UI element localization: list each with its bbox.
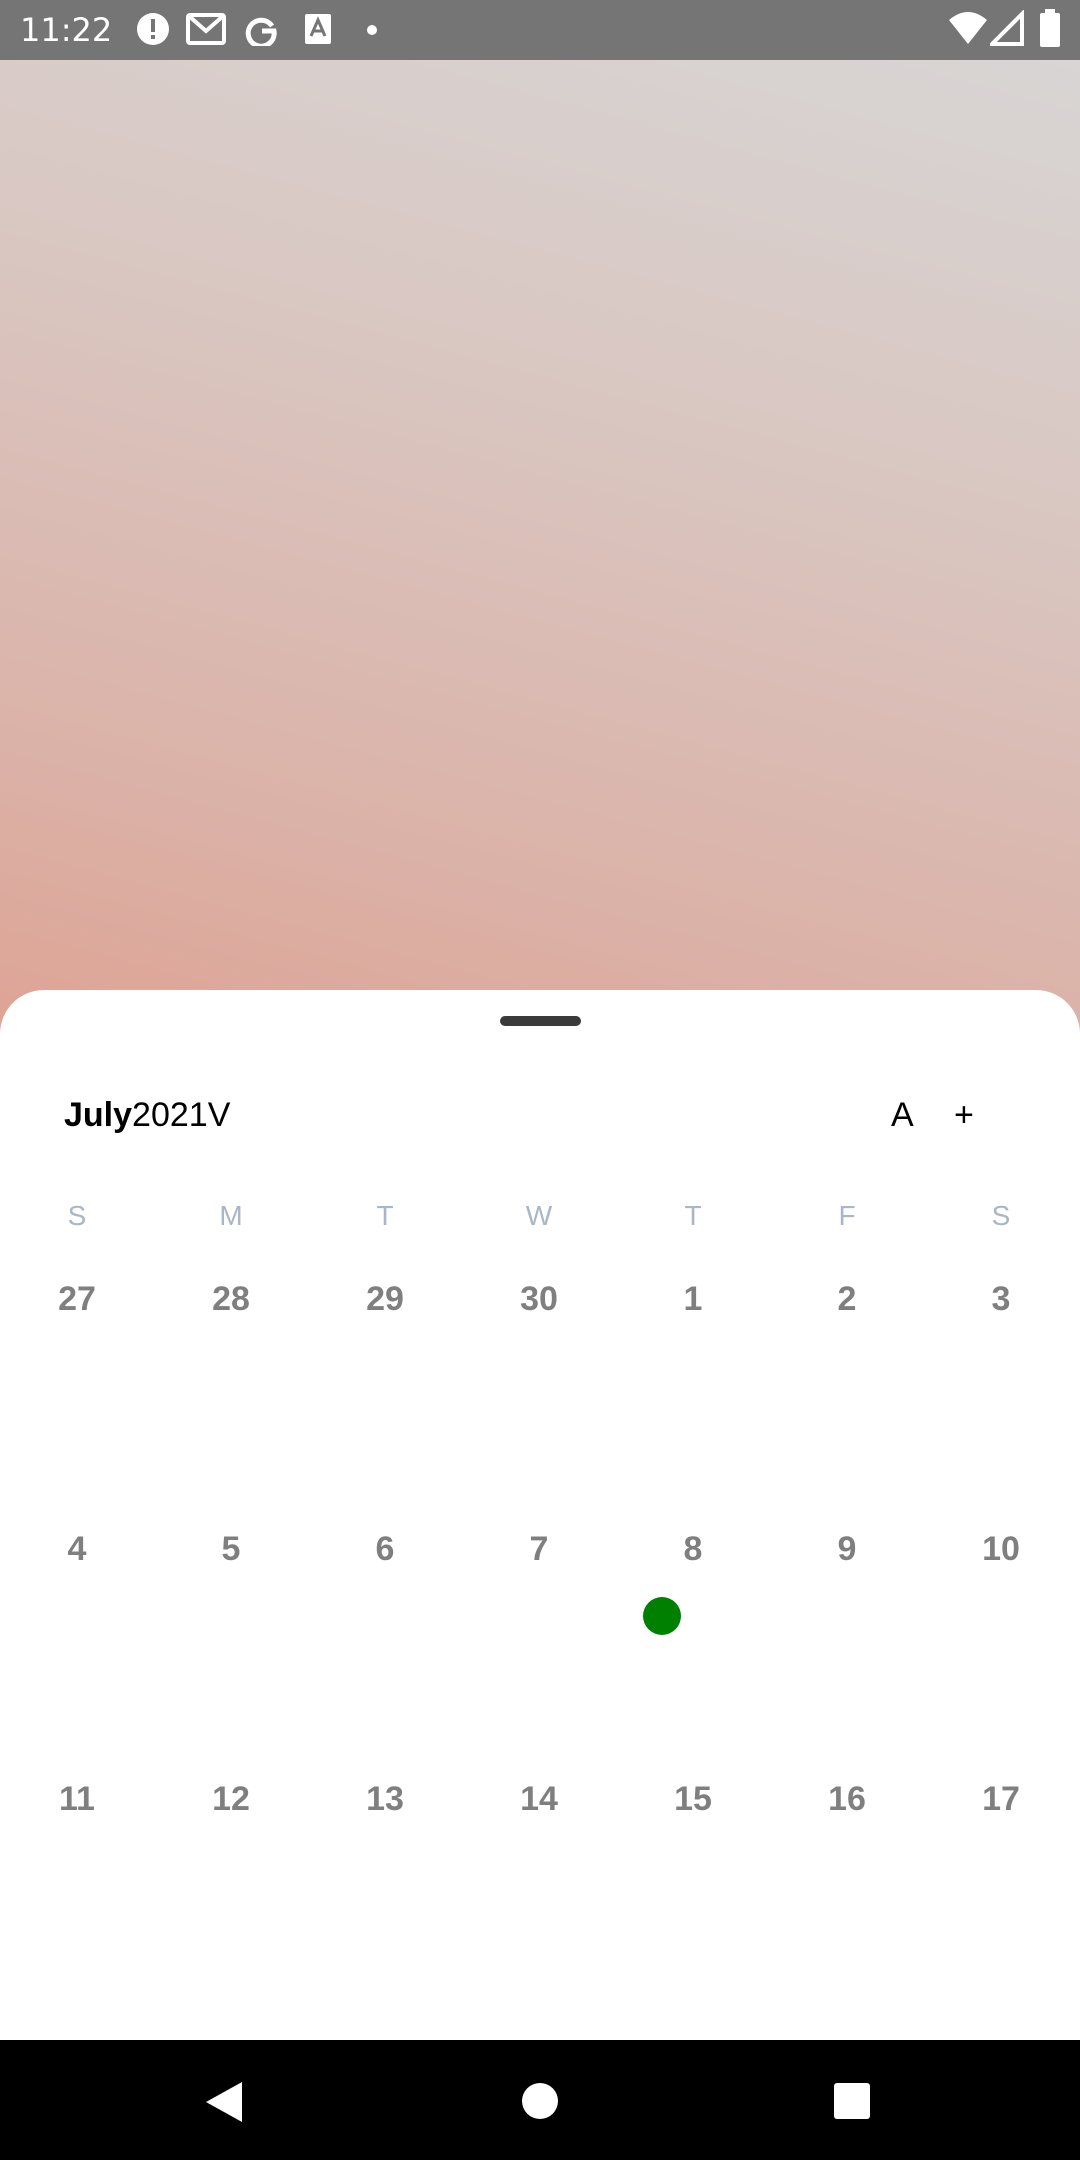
- calendar-day[interactable]: 14: [462, 1780, 616, 1819]
- weekday-header: W: [525, 1200, 553, 1231]
- calendar-day[interactable]: 9: [770, 1530, 924, 1569]
- weekday-header: F: [838, 1200, 856, 1231]
- calendar-day[interactable]: 16: [770, 1780, 924, 1819]
- month-label: July: [64, 1096, 133, 1134]
- recents-icon[interactable]: [833, 2082, 871, 2120]
- back-icon[interactable]: [204, 2080, 244, 2124]
- year-label: 2021: [132, 1096, 208, 1134]
- calendar-day[interactable]: 28: [154, 1280, 308, 1319]
- add-button[interactable]: +: [954, 1096, 974, 1135]
- dropdown-toggle: V: [207, 1096, 231, 1134]
- weekday-header: S: [991, 1200, 1011, 1231]
- background: [0, 60, 1080, 1060]
- calendar-day[interactable]: 29: [308, 1280, 462, 1319]
- calendar-day[interactable]: 2: [770, 1280, 924, 1319]
- wifi-icon: [949, 12, 987, 44]
- signal-icon: [990, 10, 1024, 46]
- calendar-day[interactable]: 10: [924, 1530, 1078, 1569]
- calendar-day[interactable]: 8: [616, 1530, 770, 1569]
- home-icon[interactable]: [521, 2082, 559, 2120]
- calendar-day[interactable]: 15: [616, 1780, 770, 1819]
- calendar-day[interactable]: 3: [924, 1280, 1078, 1319]
- calendar-day[interactable]: 5: [154, 1530, 308, 1569]
- navigation-bar: [0, 2040, 1080, 2160]
- event-indicator: [643, 1597, 681, 1635]
- gmail-icon: [186, 13, 226, 45]
- calendar-day[interactable]: 12: [154, 1780, 308, 1819]
- calendar-day[interactable]: 6: [308, 1530, 462, 1569]
- calendar-day[interactable]: 13: [308, 1780, 462, 1819]
- font-icon: [305, 14, 331, 44]
- weekday-header: S: [67, 1200, 87, 1231]
- google-icon: [245, 17, 277, 46]
- calendar-sheet: July2021V A + S M T W T F S 27 28 29 30 …: [0, 990, 1080, 2040]
- battery-icon: [1040, 9, 1060, 47]
- dot-icon: [367, 25, 377, 35]
- weekday-header: M: [219, 1200, 243, 1231]
- calendar-day[interactable]: 4: [0, 1530, 154, 1569]
- calendar-day[interactable]: 27: [0, 1280, 154, 1319]
- calendar-day[interactable]: 7: [462, 1530, 616, 1569]
- drag-handle[interactable]: [500, 1016, 581, 1026]
- status-time: 11:22: [20, 11, 113, 49]
- text-button[interactable]: A: [891, 1096, 914, 1135]
- calendar-day[interactable]: 1: [616, 1280, 770, 1319]
- month-year-selector[interactable]: July2021V: [64, 1096, 230, 1135]
- calendar-day[interactable]: 17: [924, 1780, 1078, 1819]
- status-bar: 11:22: [0, 0, 1080, 60]
- calendar-day[interactable]: 11: [0, 1780, 154, 1819]
- weekday-header: T: [376, 1200, 394, 1231]
- calendar-day[interactable]: 30: [462, 1280, 616, 1319]
- weekday-header: T: [684, 1200, 702, 1231]
- alert-icon: [137, 13, 169, 45]
